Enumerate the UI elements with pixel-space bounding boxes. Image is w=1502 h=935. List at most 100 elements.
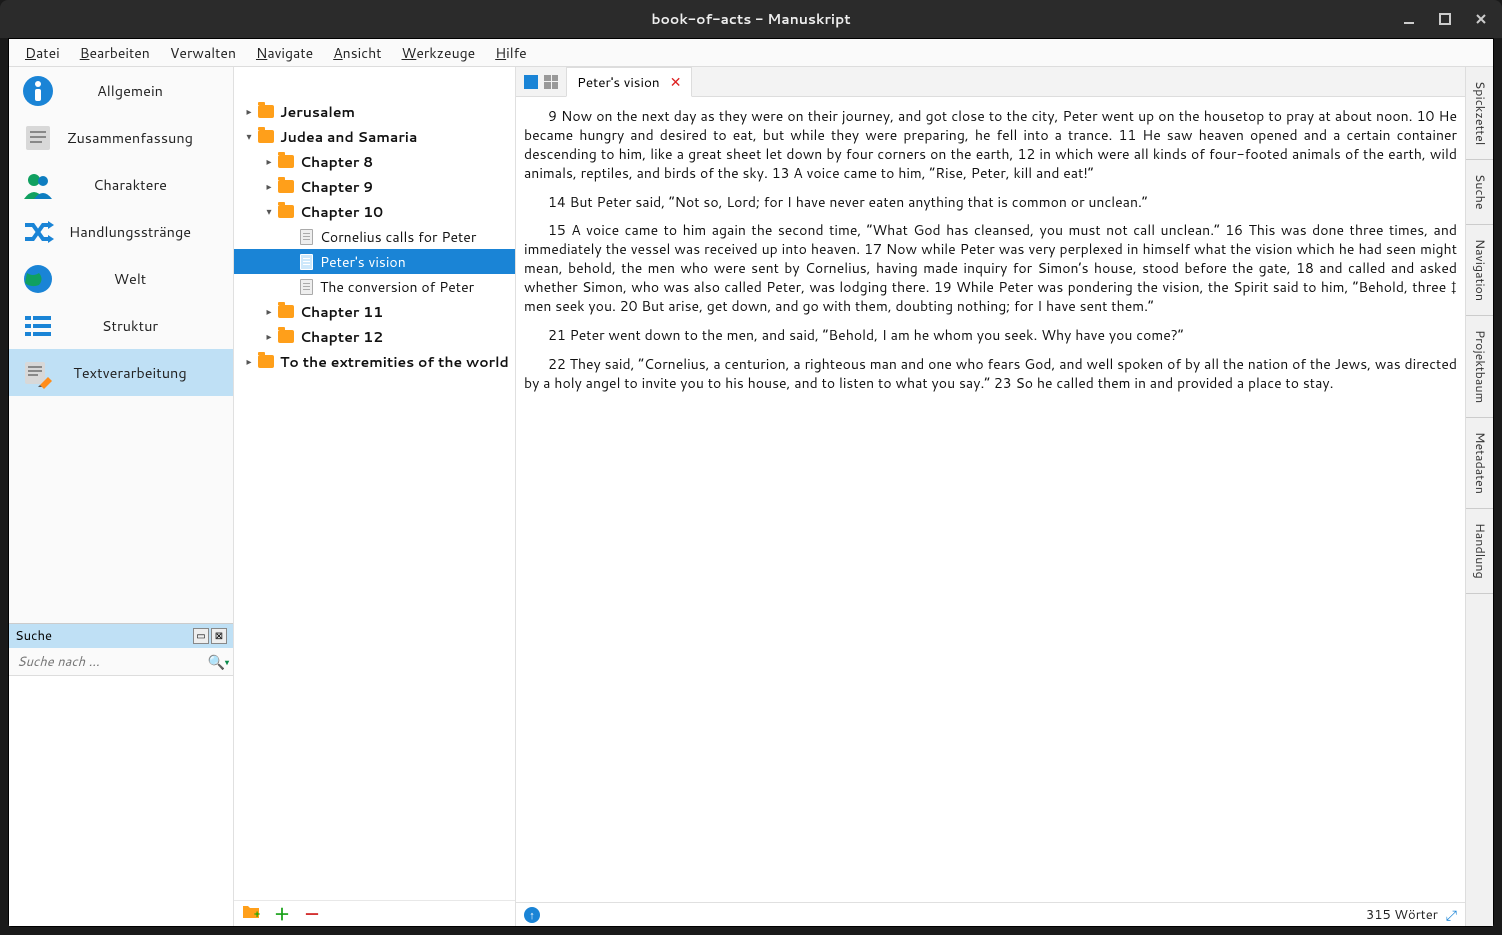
summary-icon [9,122,67,154]
folder-icon [278,205,294,218]
document-icon [300,279,313,295]
nav-item-list[interactable]: Struktur [9,302,233,349]
nav-label: Struktur [67,315,233,336]
tree-item[interactable]: ▸ Chapter 11 [234,299,515,324]
word-count: 315 Wörter [1366,906,1438,924]
list-icon [9,310,67,342]
search-close-button[interactable]: ⊠ [211,628,227,644]
add-folder-button[interactable]: + [242,902,260,925]
nav-item-edit[interactable]: Textverarbeitung [9,349,233,396]
expander-icon[interactable]: ▸ [242,355,256,369]
document-icon [300,254,313,270]
menu-hilfe[interactable]: Hilfe [485,40,537,66]
people-icon [9,169,67,201]
menu-bearbeiten[interactable]: Bearbeiten [70,40,160,66]
tree-item[interactable]: ▸ Chapter 8 [234,149,515,174]
tree-item-label: Chapter 10 [300,202,383,222]
editor-paragraph[interactable]: 14 But Peter said, “Not so, Lord; for I … [524,193,1457,212]
nav-label: Textverarbeitung [67,362,233,383]
editor-paragraph[interactable]: 21 Peter went down to the men, and said,… [524,326,1457,345]
view-mode-single-icon[interactable] [524,75,538,89]
expander-icon[interactable]: ▸ [242,105,256,119]
delete-button[interactable]: － [304,901,320,926]
expander-icon[interactable]: ▸ [262,330,276,344]
minimize-button[interactable] [1394,4,1424,34]
tree-item[interactable]: ▾ Judea and Samaria [234,124,515,149]
expander-icon[interactable]: ▸ [262,155,276,169]
tree-item[interactable]: ▸Chapter 9 [234,174,515,199]
nav-label: Welt [67,268,233,289]
tree-item-label: Chapter 8 [300,152,373,172]
editor-paragraph[interactable]: 15 A voice came to him again the second … [524,221,1457,315]
project-tree-panel: ▸Jerusalem▾Judea and Samaria▸Chapter 8▸C… [234,67,516,926]
nav-item-globe[interactable]: Welt [9,255,233,302]
go-up-button[interactable]: ↑ [524,907,540,923]
rail-tab-metadaten[interactable]: Metadaten [1466,418,1493,509]
tab-strip: Peter's vision ✕ [516,67,1465,97]
folder-icon [278,155,294,168]
editor-panel: Peter's vision ✕ 9 Now on the next day a… [516,67,1465,926]
nav-label: Handlungsstränge [67,221,233,242]
menubar: Datei Bearbeiten Verwalten Navigate Ansi… [9,39,1493,67]
tree-item[interactable]: ▸Chapter 12 [234,324,515,349]
globe-icon [9,263,67,295]
nav-label: Zusammenfassung [67,127,233,148]
info-icon [9,75,67,107]
tree-item[interactable]: The conversion of Peter [234,274,515,299]
nav-item-summary[interactable]: Zusammenfassung [9,114,233,161]
rail-tab-projektbaum[interactable]: Projektbaum [1466,316,1493,418]
tree-item-label: Peter's vision [320,252,406,272]
fullscreen-button[interactable]: ⤢ [1446,905,1457,925]
editor-body[interactable]: 9 Now on the next day as they were on th… [516,97,1465,902]
search-go-button[interactable]: 🔍▾ [208,652,229,672]
project-tree[interactable]: ▸Jerusalem▾Judea and Samaria▸Chapter 8▸C… [234,67,515,900]
search-results [9,676,233,926]
tree-item-label: Jerusalem [280,102,355,122]
titlebar[interactable]: book-of-acts - Manuskript [0,0,1502,38]
search-undock-button[interactable]: ▭ [193,628,209,644]
folder-icon [278,180,294,193]
edit-icon [9,357,67,389]
view-mode-grid-icon[interactable] [544,75,558,89]
editor-paragraph[interactable]: 9 Now on the next day as they were on th… [524,107,1457,183]
status-bar: ↑ 315 Wörter ⤢ [516,902,1465,926]
folder-icon [258,355,274,368]
add-document-button[interactable]: ＋ [274,901,290,926]
menu-verwalten[interactable]: Verwalten [160,40,246,66]
tree-item-label: Chapter 11 [300,302,383,322]
tab-close-icon[interactable]: ✕ [670,72,682,92]
rail-tab-suche[interactable]: Suche [1466,160,1493,225]
tree-item[interactable]: ▾ Chapter 10 [234,199,515,224]
shuffle-icon [9,216,67,248]
nav-item-people[interactable]: Charaktere [9,161,233,208]
editor-paragraph[interactable]: 22 They said, “Cornelius, a centurion, a… [524,355,1457,393]
tree-item-label: The conversion of Peter [320,277,474,297]
folder-icon [278,330,294,343]
expander-icon[interactable]: ▸ [262,180,276,194]
maximize-button[interactable] [1430,4,1460,34]
menu-ansicht[interactable]: Ansicht [323,40,391,66]
tree-item[interactable]: ▸To the extremities of the world [234,349,515,374]
rail-tab-navigation[interactable]: Navigation [1466,225,1493,316]
tree-item[interactable]: Peter's vision [234,249,515,274]
tree-item-label: Judea and Samaria [280,127,417,147]
tree-toolbar: + ＋ － [234,900,515,926]
menu-datei[interactable]: Datei [15,40,70,66]
search-input[interactable] [13,651,208,673]
rail-tab-spickzettel[interactable]: Spickzettel [1466,67,1493,160]
expander-icon[interactable]: ▸ [262,305,276,319]
rail-tab-handlung[interactable]: Handlung [1466,509,1493,594]
menu-navigate[interactable]: Navigate [246,40,323,66]
right-rail: SpickzettelSucheNavigationProjektbaumMet… [1465,67,1493,926]
tree-item[interactable]: Cornelius calls for Peter [234,224,515,249]
nav-item-info[interactable]: Allgemein [9,67,233,114]
close-button[interactable] [1466,4,1496,34]
menu-werkzeuge[interactable]: Werkzeuge [392,40,486,66]
tab-peters-vision[interactable]: Peter's vision ✕ [566,67,692,97]
svg-text:+: + [254,907,260,919]
nav-label: Charaktere [67,174,233,195]
tree-item[interactable]: ▸ Jerusalem [234,99,515,124]
nav-item-shuffle[interactable]: Handlungsstränge [9,208,233,255]
expander-icon[interactable]: ▾ [242,130,256,144]
expander-icon[interactable]: ▾ [262,205,276,219]
